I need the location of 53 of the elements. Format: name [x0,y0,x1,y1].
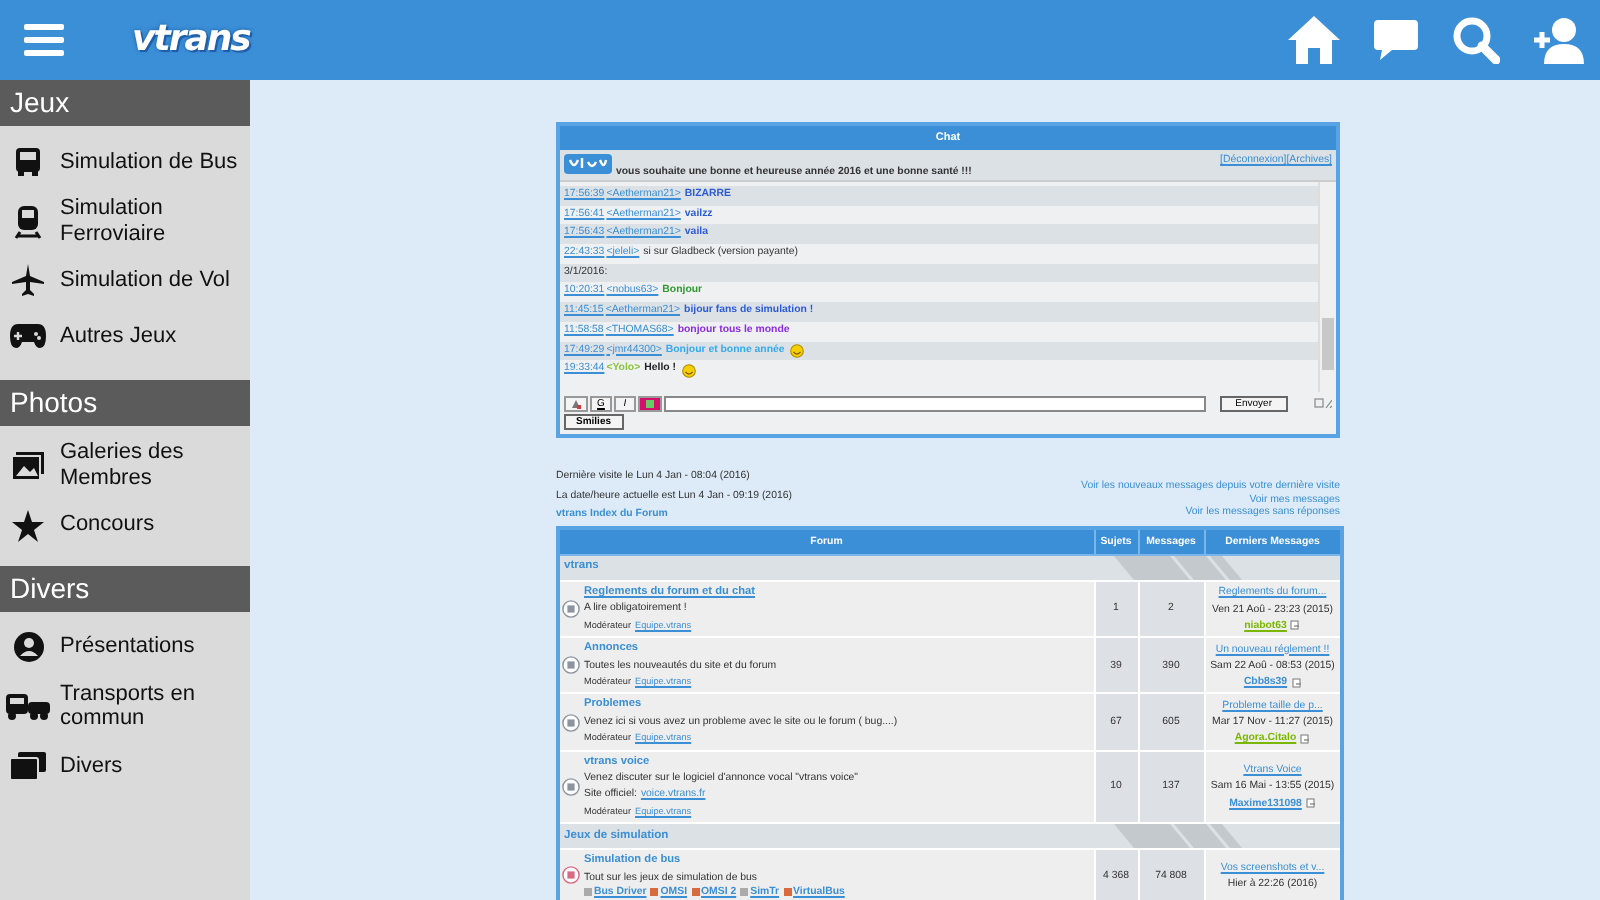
sidebar-item[interactable]: Simulation Ferroviaire [0,190,250,253]
sidebar-item[interactable]: Concours [0,497,250,554]
view-post-icon[interactable] [1291,677,1302,688]
gamepad-icon [10,324,46,349]
folders-icon [10,751,46,780]
view-post-icon[interactable] [1300,733,1311,744]
view-post-icon[interactable] [1290,620,1301,631]
eraser-icon [570,397,582,409]
color-button[interactable] [638,395,662,411]
sidebar-label: Galeries des Membres [60,440,186,492]
color-swatch-icon [644,397,656,409]
sidebar-label: Simulation Ferroviaire [60,196,168,247]
sidebar-label: Transports en commun [60,681,197,732]
subforum-icon [650,888,659,897]
subforum-icon [740,888,749,897]
section-header: Divers [0,565,250,612]
sidebar-label: Concours [60,512,157,538]
sidebar-item[interactable]: Simulation de Vol [0,252,250,309]
subforum-icon [584,888,592,897]
sidebar-item[interactable]: Autres Jeux [0,308,250,365]
sidebar-item[interactable]: Transports en commun [0,675,250,738]
search-icon[interactable] [1452,16,1500,64]
star-icon [12,509,44,542]
sidebar-item[interactable]: Présentations [0,619,250,676]
subforum-icon [783,888,792,897]
logo-icon [564,154,612,174]
scrollbar[interactable] [1318,182,1336,392]
clear-button[interactable] [564,395,588,411]
sidebar-label: Autres Jeux [60,323,179,350]
home-icon[interactable] [1288,16,1340,64]
subforum-icon [691,888,700,897]
message-input[interactable] [664,395,1206,411]
sidebar-label: Présentations [60,634,197,660]
person-icon [13,632,43,663]
chat-icon[interactable] [1374,18,1418,62]
section-header: Jeux [0,80,250,126]
images-icon [12,451,44,480]
train-icon [12,203,44,240]
sidebar-label: Divers [60,753,125,779]
sidebar-label: Simulation de Vol [60,267,232,294]
site-logo[interactable]: vtrans [132,22,250,58]
section-header: Photos [0,380,250,427]
plane-icon [12,264,44,297]
sidebar-item[interactable]: Divers [0,737,250,794]
bus-and-car-icon [6,692,50,721]
sidebar-label: Simulation de Bus [60,149,240,175]
add-user-icon[interactable] [1534,16,1588,64]
sidebar-item[interactable]: Simulation de Bus [0,134,250,190]
sidebar-item[interactable]: Galeries des Membres [0,434,250,498]
view-post-icon[interactable] [1305,798,1316,809]
resize-icon[interactable] [1314,398,1332,408]
bus-icon [12,146,44,178]
menu-icon[interactable] [24,24,64,56]
